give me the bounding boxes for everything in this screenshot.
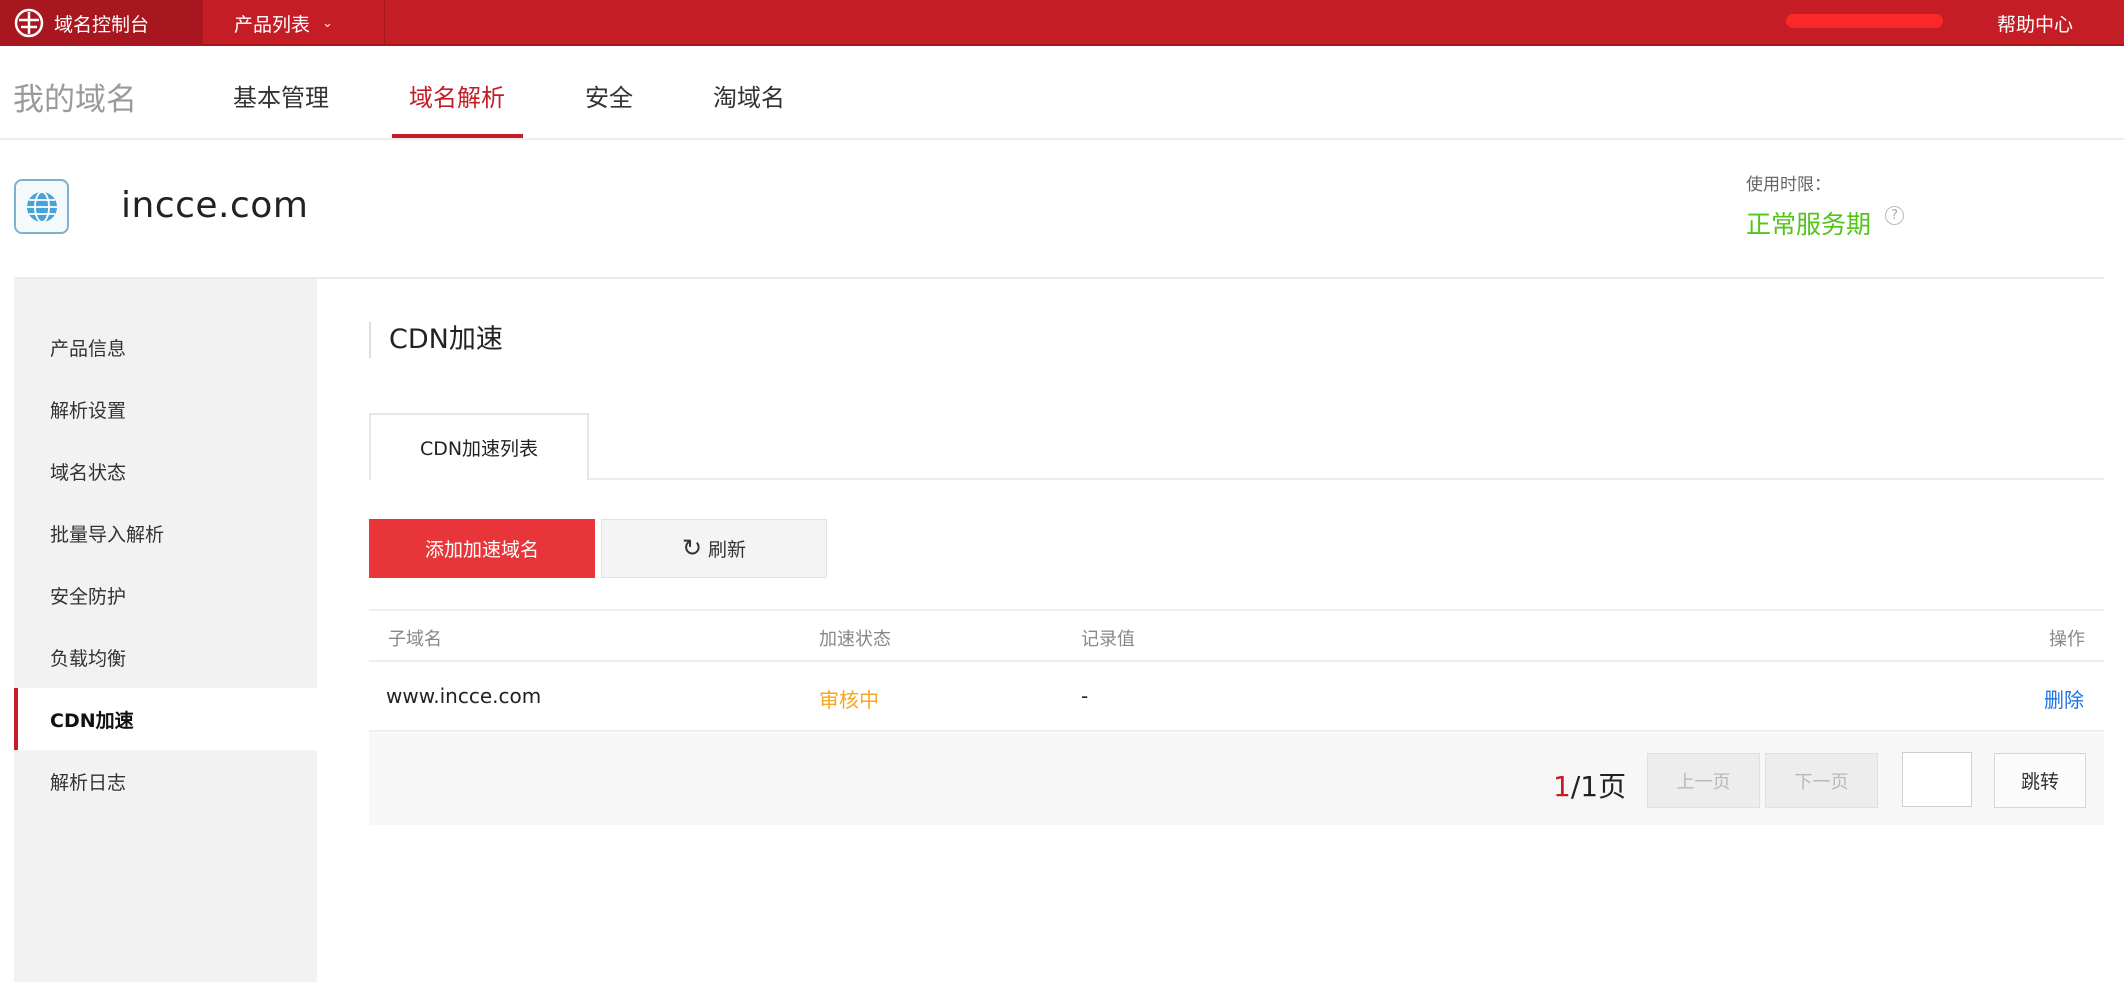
account-name-redacted[interactable] xyxy=(1786,14,1943,28)
cell-subdomain: www.incce.com xyxy=(386,684,542,708)
sidebar-item-label: 批量导入解析 xyxy=(50,523,165,546)
domain-name: incce.com xyxy=(121,185,309,226)
help-center-link[interactable]: 帮助中心 xyxy=(1997,0,2073,46)
question-mark-icon[interactable]: ? xyxy=(1885,205,1905,225)
sidebar-item-domain-status[interactable]: 域名状态 xyxy=(14,440,317,502)
column-header-record[interactable]: 记录值 xyxy=(1081,625,1135,651)
next-page-button[interactable]: 下一页 xyxy=(1765,753,1878,808)
sidebar-item-label: 负载均衡 xyxy=(50,647,127,670)
sidebar-item-dns-settings[interactable]: 解析设置 xyxy=(14,378,317,440)
sidebar-item-label: 解析设置 xyxy=(50,399,127,422)
page-number-input[interactable] xyxy=(1902,752,1972,807)
brand-link[interactable]: 域名控制台 xyxy=(0,0,203,46)
pagination: 1/1页 上一页 下一页 跳转 xyxy=(369,733,2104,825)
sidebar-item-product-info[interactable]: 产品信息 xyxy=(14,316,317,378)
refresh-label: 刷新 xyxy=(708,539,747,561)
sidebar-item-label: 解析日志 xyxy=(50,771,127,794)
table-row: www.incce.com 审核中 - 删除 xyxy=(369,662,2104,732)
header-divider xyxy=(14,277,2104,279)
tab-security[interactable]: 安全 xyxy=(585,78,633,113)
go-to-page-button[interactable]: 跳转 xyxy=(1994,753,2086,808)
page-indicator: 1/1页 xyxy=(1553,765,1626,805)
sidebar-item-label: 安全防护 xyxy=(50,585,127,608)
cell-status: 审核中 xyxy=(819,688,879,712)
product-list-menu[interactable]: 产品列表 ⌄ xyxy=(203,0,385,46)
sidebar: 产品信息 解析设置 域名状态 批量导入解析 安全防护 负载均衡 CDN加速 解析… xyxy=(14,279,317,982)
sidebar-item-label: 域名状态 xyxy=(50,461,127,484)
product-list-label: 产品列表 xyxy=(234,13,311,36)
sidebar-item-bulk-import[interactable]: 批量导入解析 xyxy=(14,502,317,564)
column-header-action: 操作 xyxy=(2049,629,2085,650)
total-pages: /1页 xyxy=(1570,770,1627,803)
tab-basic-management[interactable]: 基本管理 xyxy=(233,78,329,113)
top-bar: 域名控制台 产品列表 ⌄ 帮助中心 xyxy=(0,0,2124,46)
refresh-icon: ↻ xyxy=(681,533,703,562)
active-tab-indicator xyxy=(392,134,523,138)
tab-dns-resolution[interactable]: 域名解析 xyxy=(409,78,505,113)
table-header: 子域名 加速状态 记录值 操作 xyxy=(369,609,2104,662)
column-header-status[interactable]: 加速状态 xyxy=(819,625,891,651)
brand-logo-icon xyxy=(14,8,44,38)
sidebar-item-dns-log[interactable]: 解析日志 xyxy=(14,750,317,812)
prev-page-button[interactable]: 上一页 xyxy=(1647,753,1760,808)
brand-label: 域名控制台 xyxy=(54,13,150,36)
sidebar-item-load-balancing[interactable]: 负载均衡 xyxy=(14,626,317,688)
service-status-text: 正常服务期 xyxy=(1746,210,1872,239)
globe-icon xyxy=(14,179,69,234)
tab-domain-market[interactable]: 淘域名 xyxy=(713,78,785,113)
add-cdn-domain-button[interactable]: 添加加速域名 xyxy=(369,519,595,578)
sidebar-item-label: 产品信息 xyxy=(50,337,127,360)
refresh-button[interactable]: ↻ 刷新 xyxy=(601,519,827,578)
tab-strip-line xyxy=(369,478,2104,480)
usage-period-label: 使用时限： xyxy=(1746,175,1831,195)
chevron-down-icon: ⌄ xyxy=(322,15,333,31)
usage-period-value: 正常服务期 ? xyxy=(1746,205,1905,241)
delete-link[interactable]: 删除 xyxy=(2044,684,2084,713)
cell-record: - xyxy=(1081,684,1089,708)
tab-cdn-list[interactable]: CDN加速列表 xyxy=(369,413,589,480)
domain-nav: 我的域名 基本管理 域名解析 安全 淘域名 xyxy=(0,46,2124,140)
section-title: CDN加速 xyxy=(369,322,503,358)
sidebar-item-label: CDN加速 xyxy=(50,709,134,732)
sidebar-item-cdn[interactable]: CDN加速 xyxy=(14,688,317,750)
current-page: 1 xyxy=(1553,770,1571,803)
my-domains-title: 我的域名 xyxy=(13,82,137,118)
sidebar-item-security-protection[interactable]: 安全防护 xyxy=(14,564,317,626)
column-header-subdomain[interactable]: 子域名 xyxy=(388,625,442,651)
